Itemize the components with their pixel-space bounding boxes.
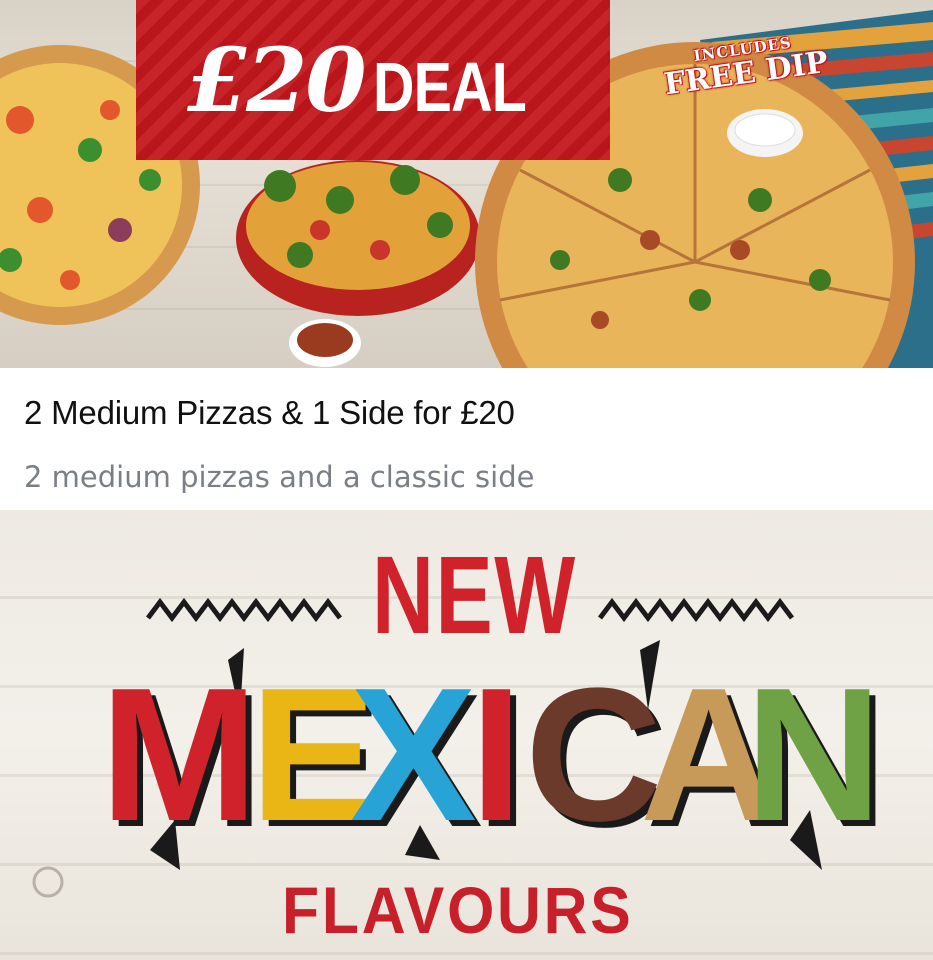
deal-banner[interactable]: £ 20 DEAL INCLUDES FREE DIP: [0, 0, 933, 368]
flavours-heading: FLAVOURS: [282, 873, 634, 947]
zigzag-right-decoration: [598, 597, 794, 623]
offer-subtitle: 2 medium pizzas and a classic side: [24, 460, 535, 494]
letter-m: M: [100, 649, 259, 861]
mexican-heading: M E X I C A N: [100, 649, 882, 861]
letter-n: N: [745, 649, 883, 861]
deal-currency: £: [186, 28, 248, 132]
mexican-flavours-banner[interactable]: NEW M E X I C A N FLAVOURS: [0, 510, 933, 960]
new-heading: NEW: [372, 534, 577, 657]
letter-x: X: [350, 649, 477, 861]
deal-word: DEAL: [372, 48, 527, 126]
deal-amount: 20: [246, 28, 366, 132]
nachos-bowl: [236, 160, 480, 316]
wall-bracket-icon: [32, 866, 64, 898]
offer-title[interactable]: 2 Medium Pizzas & 1 Side for £20: [24, 394, 515, 432]
bbq-dip-pot: [289, 319, 361, 367]
deal-headline-box: £ 20 DEAL: [136, 0, 610, 160]
zigzag-left-decoration: [146, 597, 342, 623]
deal-headline: £ 20 DEAL: [187, 28, 559, 132]
letter-i: I: [470, 649, 523, 861]
